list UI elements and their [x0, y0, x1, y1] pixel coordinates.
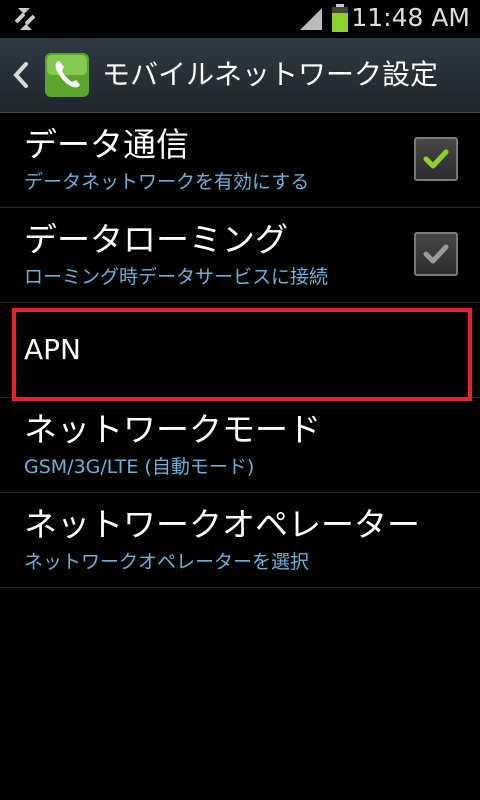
- setting-apn[interactable]: APN: [0, 303, 480, 401]
- back-icon[interactable]: [10, 60, 32, 90]
- screen: 11:48 AM モバイルネットワーク設定 データ通信 データネットワークを有効…: [0, 0, 480, 800]
- setting-summary: ネットワークオペレーターを選択: [24, 551, 310, 573]
- setting-network-mode[interactable]: ネットワークモード GSM/3G/LTE (自動モード): [0, 398, 480, 493]
- setting-network-operator[interactable]: ネットワークオペレーター ネットワークオペレーターを選択: [0, 493, 480, 588]
- setting-summary: データネットワークを有効にする: [24, 171, 310, 193]
- checkmark-icon: [423, 244, 449, 264]
- action-bar: モバイルネットワーク設定: [0, 38, 480, 113]
- setting-title: APN: [24, 333, 81, 366]
- data-communication-checkbox[interactable]: [414, 137, 458, 181]
- battery-icon: [332, 4, 348, 32]
- setting-data-communication[interactable]: データ通信 データネットワークを有効にする: [0, 113, 480, 208]
- setting-title: データ通信: [24, 125, 189, 164]
- phone-app-icon: [45, 53, 89, 97]
- signal-icon: [300, 8, 322, 30]
- highlight-box: [12, 308, 472, 401]
- data-roaming-checkbox[interactable]: [414, 232, 458, 276]
- setting-summary: ローミング時データサービスに接続: [24, 266, 329, 288]
- status-bar: 11:48 AM: [0, 0, 480, 38]
- settings-list: データ通信 データネットワークを有効にする データローミング ローミング時データ…: [0, 113, 480, 588]
- setting-title: データローミング: [24, 220, 288, 259]
- setting-summary: GSM/3G/LTE (自動モード): [24, 456, 255, 478]
- setting-title: ネットワークモード: [24, 410, 321, 449]
- sync-icon: [14, 8, 36, 30]
- page-title: モバイルネットワーク設定: [102, 58, 439, 91]
- setting-data-roaming[interactable]: データローミング ローミング時データサービスに接続: [0, 208, 480, 303]
- checkmark-icon: [423, 149, 449, 169]
- setting-title: ネットワークオペレーター: [24, 505, 420, 544]
- status-clock: 11:48 AM: [351, 3, 470, 32]
